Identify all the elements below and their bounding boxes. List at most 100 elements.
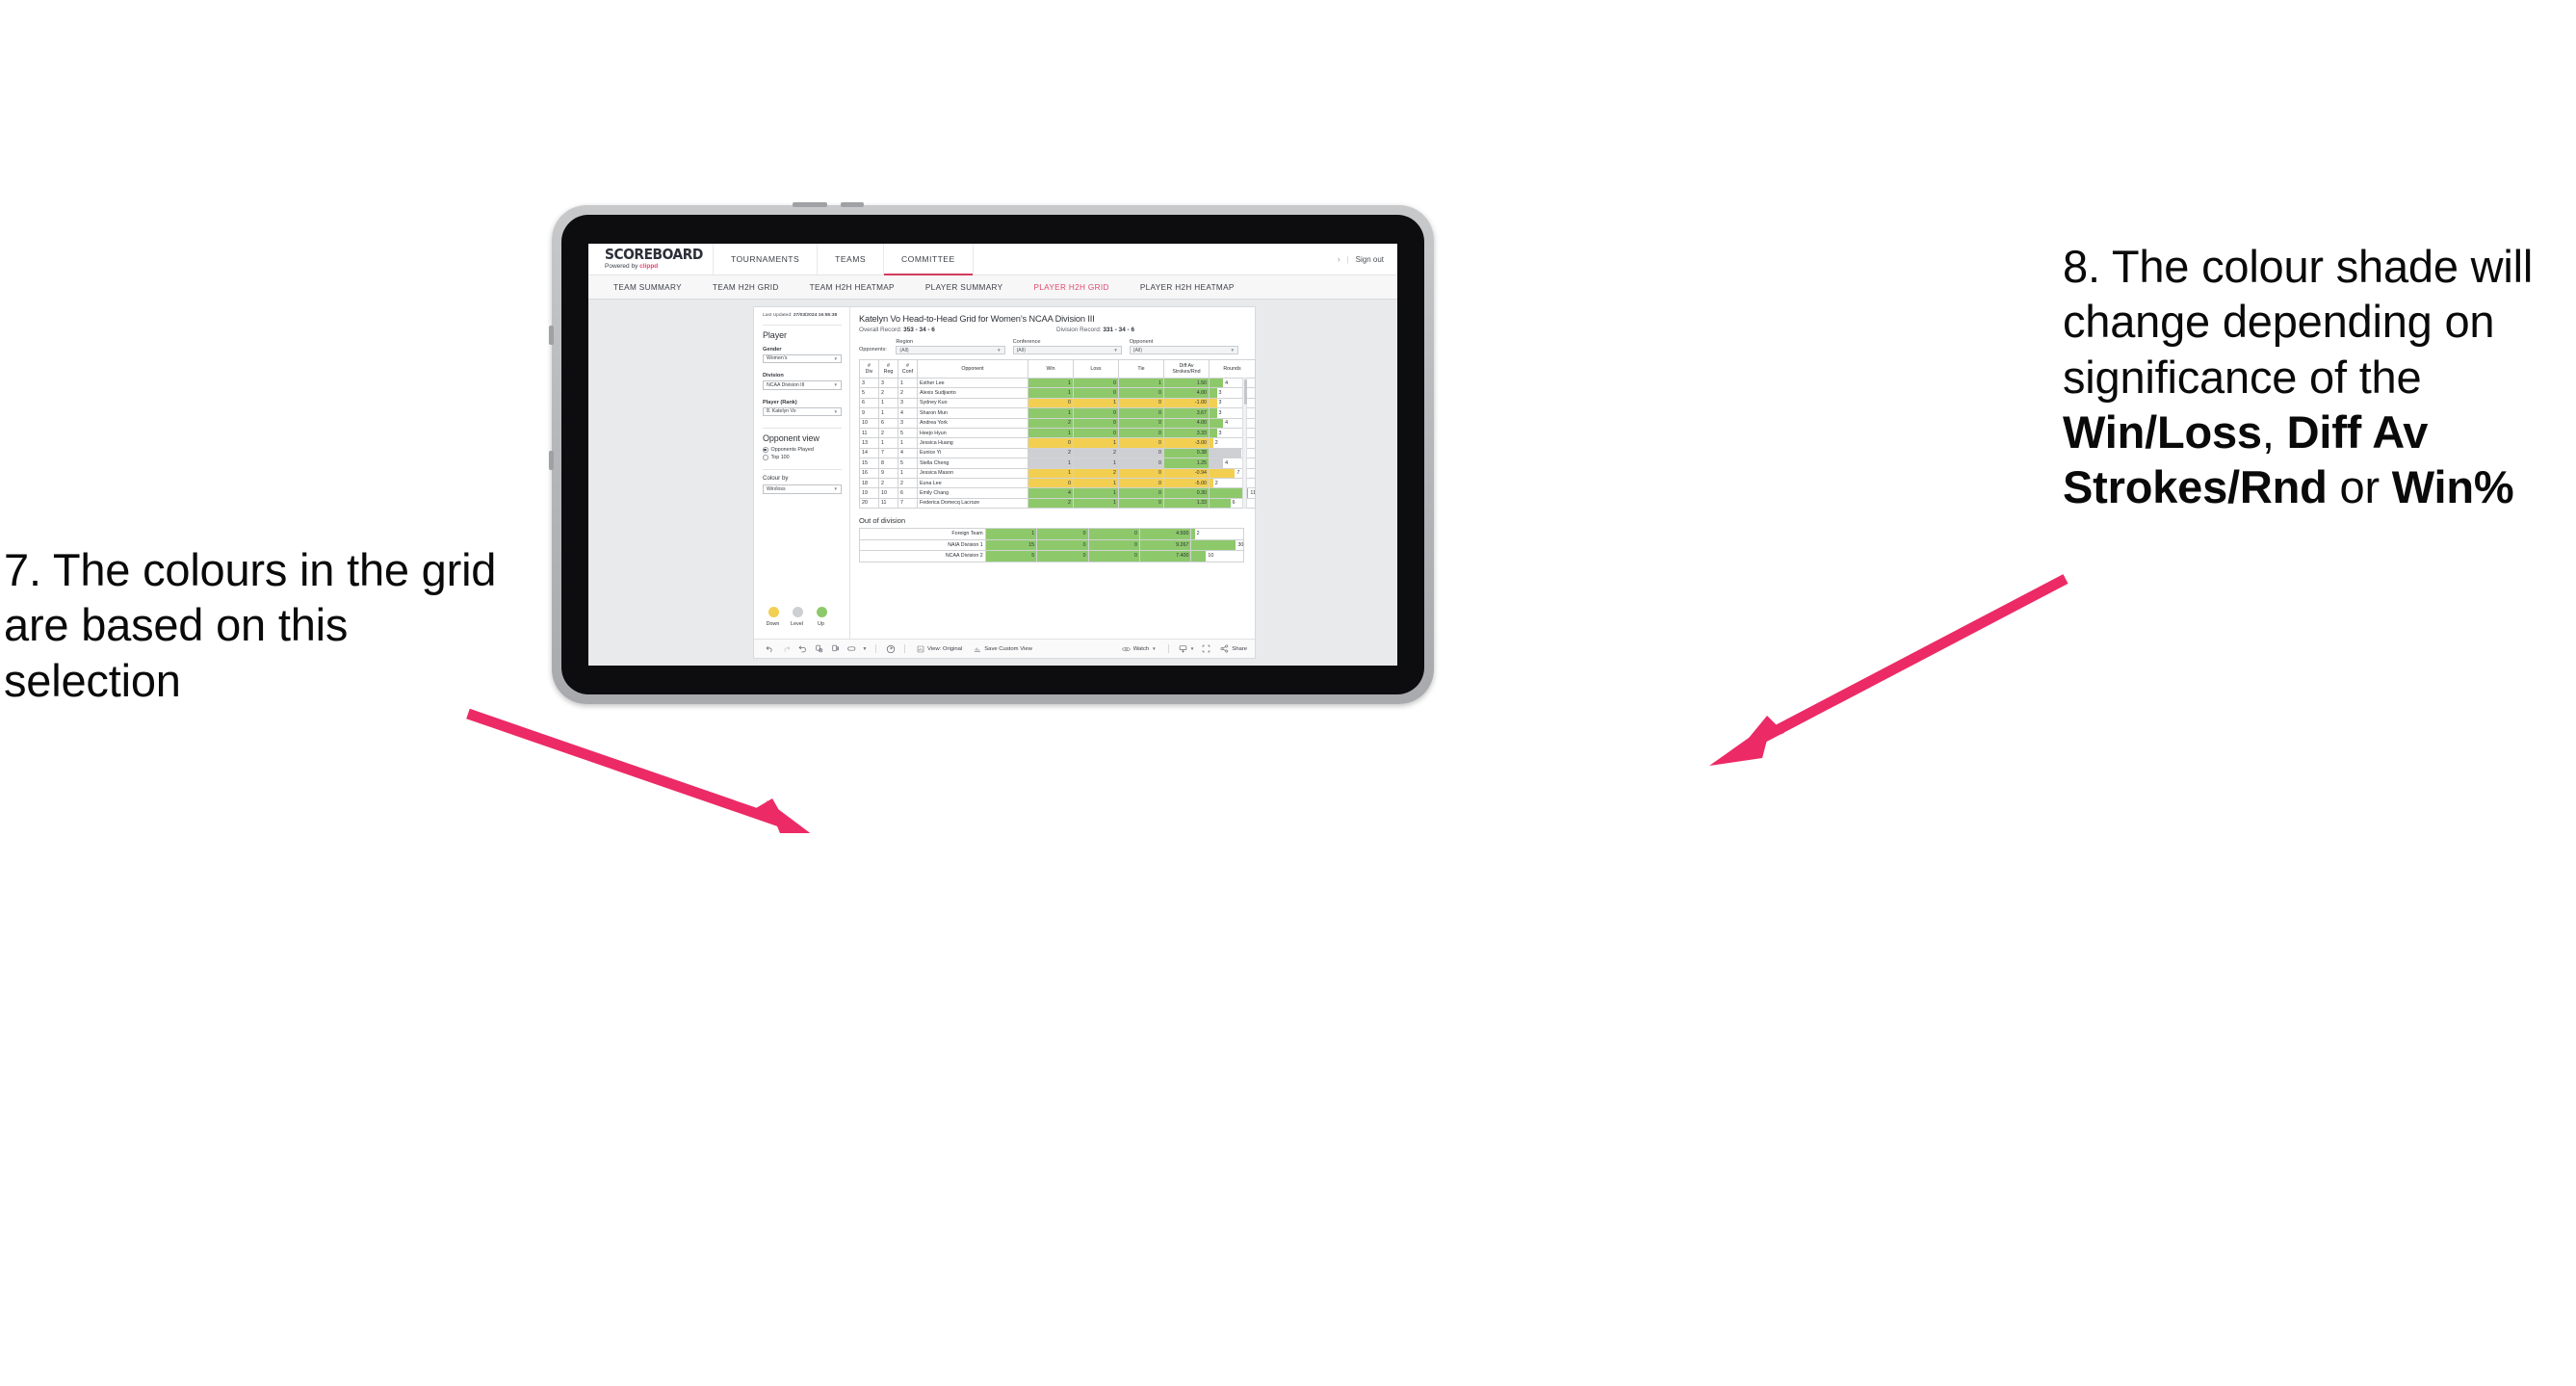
revert-icon[interactable] — [794, 644, 811, 653]
brand-logo[interactable]: SCOREBOARD Powered by clippd — [588, 244, 714, 275]
dashboard-canvas: Last Updated: 27/03/2024 16:55:38 Player… — [588, 300, 1397, 666]
grid-scrollbar-thumb[interactable] — [1243, 379, 1247, 405]
cell-opponent: Heejo Hyun — [917, 427, 1028, 439]
table-row[interactable]: 16 9 1 Jessica Mason 1 2 0 -0.94 7 — [859, 467, 1256, 479]
redo-icon[interactable] — [778, 644, 794, 653]
cell-diff: -0.94 — [1163, 467, 1210, 479]
table-row[interactable]: NAIA Division 1 15 0 0 9.267 30 — [859, 538, 1244, 552]
cell-tie: 1 — [1118, 377, 1164, 389]
subnav-player-summary[interactable]: PLAYER SUMMARY — [910, 283, 1019, 292]
rounds-value: 7 — [1236, 470, 1240, 477]
cell-div: 14 — [859, 447, 879, 459]
annotation-arrow-left — [466, 708, 811, 833]
col-conf: # Conf — [898, 359, 918, 379]
table-row[interactable]: 5 2 2 Alexis Sudjianto 1 0 0 4.00 3 — [859, 387, 1256, 399]
conference-select[interactable]: (All) ▼ — [1012, 346, 1122, 354]
table-row[interactable]: 3 3 1 Esther Lee 1 0 1 1.50 4 — [859, 377, 1256, 389]
cell-win: 2 — [1028, 417, 1074, 429]
caret-icon[interactable]: ▼ — [860, 646, 870, 652]
legend-dots — [763, 607, 842, 617]
viz-body: Last Updated: 27/03/2024 16:55:38 Player… — [754, 307, 1256, 639]
col-div: # Div — [859, 359, 879, 379]
cell-rounds: 6 — [1209, 497, 1256, 510]
brand-powered-prefix: Powered by — [605, 263, 640, 271]
secondary-nav: TEAM SUMMARY TEAM H2H GRID TEAM H2H HEAT… — [588, 275, 1397, 300]
radio-opponents-played-label: Opponents Played — [770, 447, 814, 454]
table-row[interactable]: 11 2 5 Heejo Hyun 1 0 0 3.33 3 — [859, 427, 1256, 439]
cell-tie: 0 — [1118, 427, 1164, 439]
undo-icon[interactable] — [762, 644, 778, 653]
cell-opponent: Sharon Mun — [917, 407, 1028, 419]
player-rank-select[interactable]: 8. Katelyn Vo ▼ — [763, 406, 842, 417]
gender-select[interactable]: Women’s ▼ — [763, 353, 842, 364]
colour-by-value: Win/loss — [767, 485, 786, 492]
app-screen: SCOREBOARD Powered by clippd TOURNAMENTS… — [588, 244, 1397, 666]
opponent-value: (All) — [1132, 347, 1143, 353]
rounds-value: 4 — [1225, 459, 1229, 466]
pause-icon[interactable] — [827, 644, 844, 653]
opponent-view-heading: Opponent view — [763, 433, 820, 444]
presentation-icon[interactable] — [882, 644, 898, 654]
subnav-team-summary[interactable]: TEAM SUMMARY — [598, 283, 697, 292]
nav-committee[interactable]: COMMITTEE — [884, 244, 974, 275]
table-row[interactable]: 6 1 3 Sydney Kuo 0 1 0 -1.00 3 — [859, 397, 1256, 409]
cell-diff: 1.25 — [1163, 458, 1210, 469]
out-of-division-body: Foreign Team 1 0 0 4.500 2 NAIA Division 1 15 0 0… — [859, 528, 1244, 562]
legend-dot-up — [817, 607, 827, 617]
brand-clippd: clippd — [639, 263, 659, 271]
page-title: Katelyn Vo Head-to-Head Grid for Women’s… — [859, 314, 1095, 324]
chevron-right-icon[interactable]: › — [1338, 254, 1340, 264]
cell-rounds: 3 — [1209, 387, 1256, 399]
subnav-team-h2h-heatmap[interactable]: TEAM H2H HEATMAP — [794, 283, 910, 292]
opponent-select[interactable]: (All) ▼ — [1129, 346, 1238, 354]
view-original-button[interactable]: View: Original — [911, 645, 968, 653]
table-row[interactable]: 18 2 2 Euna Lee 0 1 0 -5.00 2 — [859, 477, 1256, 489]
nav-tournaments[interactable]: TOURNAMENTS — [714, 244, 819, 275]
watch-button[interactable]: Watch ▼ — [1116, 645, 1162, 653]
table-row[interactable]: 15 8 5 Stella Cheng 1 1 0 1.25 4 — [859, 458, 1256, 469]
table-row[interactable]: Foreign Team 1 0 0 4.500 2 — [859, 528, 1244, 540]
player-rank-value: 8. Katelyn Vo — [767, 408, 796, 415]
cell-reg: 11 — [878, 497, 898, 510]
subnav-player-h2h-grid[interactable]: PLAYER H2H GRID — [1018, 283, 1124, 292]
table-row[interactable]: 9 1 4 Sharon Mun 1 0 0 3.67 3 — [859, 407, 1256, 419]
grid-body: 3 3 1 Esther Lee 1 0 1 1.50 4 5 2 2 Alexis Sudjianto… — [859, 377, 1256, 510]
rounds-value: 3 — [1218, 409, 1222, 416]
rounds-bar — [1210, 399, 1217, 407]
cell-diff: 4.00 — [1163, 417, 1210, 429]
sign-out-link[interactable]: Sign out — [1356, 255, 1384, 264]
table-row[interactable]: 10 6 3 Andrea York 2 0 0 4.00 4 — [859, 417, 1256, 429]
region-select[interactable]: (All) ▼ — [896, 346, 1005, 354]
subnav-team-h2h-grid[interactable]: TEAM H2H GRID — [697, 283, 794, 292]
cell-tie: 0 — [1118, 467, 1164, 479]
colour-by-select[interactable]: Win/loss ▼ — [763, 484, 842, 494]
cell-conf: 1 — [898, 377, 918, 389]
table-row[interactable]: 20 11 7 Federica Domecq Lacroze 2 1 0 1.33 6 — [859, 497, 1256, 510]
annotation-8-bold-winloss: Win/Loss — [2063, 405, 2262, 458]
cell-loss: 1 — [1073, 458, 1119, 469]
radio-top-100[interactable]: Top 100 — [763, 455, 842, 460]
grid-scrollbar[interactable] — [1242, 378, 1247, 510]
fullscreen-icon[interactable] — [1198, 644, 1214, 653]
cell-reg: 1 — [878, 397, 898, 409]
save-custom-view-button[interactable]: Save Custom View — [968, 645, 1038, 653]
cell-div: 18 — [859, 477, 879, 489]
table-row[interactable]: 13 1 1 Jessica Huang 0 1 0 -3.00 2 — [859, 437, 1256, 449]
highlight-icon[interactable] — [844, 644, 860, 653]
radio-icon — [763, 455, 768, 460]
table-row[interactable]: 19 10 6 Emily Chang 4 1 0 0.30 11 — [859, 487, 1256, 499]
header-divider: | — [1346, 254, 1349, 264]
refresh-icon[interactable] — [811, 644, 827, 653]
chevron-down-icon: ▼ — [833, 355, 838, 361]
table-row[interactable]: 1474Eunice Yi2200.389 — [859, 447, 1256, 459]
share-button[interactable]: Share — [1214, 644, 1247, 653]
radio-opponents-played[interactable]: Opponents Played — [763, 447, 842, 453]
division-select[interactable]: NCAA Division III ▼ — [763, 380, 842, 390]
cell-diff: -1.00 — [1163, 397, 1210, 409]
cell-reg: 7 — [878, 447, 898, 459]
cell-conf: 2 — [898, 387, 918, 399]
subnav-player-h2h-heatmap[interactable]: PLAYER H2H HEATMAP — [1125, 283, 1250, 292]
table-row[interactable]: NCAA Division 2 5 0 0 7.400 10 — [859, 550, 1244, 562]
nav-teams[interactable]: TEAMS — [818, 244, 885, 275]
download-button[interactable]: ▼ — [1175, 644, 1199, 653]
